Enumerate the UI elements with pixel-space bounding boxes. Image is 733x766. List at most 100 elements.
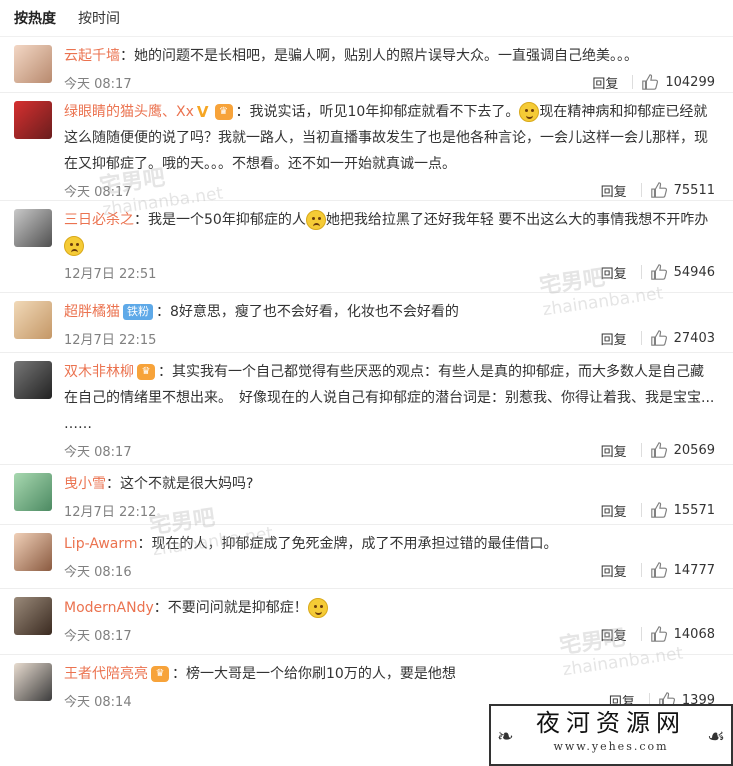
like-count: 20569	[673, 442, 715, 458]
like-count: 27403	[673, 330, 715, 346]
comment-item: ModernANdy：不要问问就是抑郁症！ 今天 08:17 回复 14068	[0, 589, 733, 655]
avatar[interactable]	[14, 361, 52, 399]
divider	[632, 75, 634, 89]
comment-text: ModernANdy：不要问问就是抑郁症！	[64, 595, 715, 621]
comment-item: 绿眼睛的猫头鹰、Xx V ♛ ：我说实话，听见10年抑郁症就看不下去了。 现在精神病和抑…	[0, 93, 733, 201]
comment-text: 三日必杀之：我是一个50年抑郁症的人 她把我给拉黑了还好我年轻 要不出这么大的事情…	[64, 207, 715, 259]
comment-meta: 今天 08:16 回复 14777	[64, 557, 715, 583]
like-button[interactable]: 14068	[650, 625, 715, 643]
sort-tabs: 按热度 按时间	[0, 0, 733, 37]
fan-badge[interactable]: 铁粉	[123, 304, 153, 320]
avatar[interactable]	[14, 473, 52, 511]
divider	[640, 331, 642, 345]
comment-meta: 今天 08:17 回复 75511	[64, 177, 715, 203]
timestamp: 今天 08:16	[64, 564, 132, 580]
timestamp: 今天 08:17	[64, 76, 132, 92]
thumbs-up-icon	[650, 626, 667, 642]
avatar[interactable]	[14, 209, 52, 247]
username-link[interactable]: ModernANdy	[64, 600, 154, 616]
reply-button[interactable]: 回复	[591, 501, 637, 520]
thumbs-up-icon	[650, 330, 667, 346]
timestamp: 今天 08:17	[64, 628, 132, 644]
avatar[interactable]	[14, 533, 52, 571]
smile-emoji-icon	[307, 598, 328, 618]
comment-text: 绿眼睛的猫头鹰、Xx V ♛ ：我说实话，听见10年抑郁症就看不下去了。 现在精神病和抑…	[64, 99, 715, 177]
comment-item: 云起千墙：她的问题不是长相吧，是骗人啊，贴别人的照片误导大众。一直强调自己绝美。…	[0, 37, 733, 93]
thumbs-up-icon	[650, 264, 667, 280]
sad-emoji-icon	[64, 236, 84, 256]
comment-list: 云起千墙：她的问题不是长相吧，是骗人啊，贴别人的照片误导大众。一直强调自己绝美。…	[0, 37, 733, 725]
smile-emoji-icon	[519, 102, 540, 122]
timestamp: 今天 08:17	[64, 184, 132, 200]
timestamp: 12月7日 22:12	[64, 504, 157, 520]
comment-text: Lip-Awarm：现在的人，抑郁症成了免死金牌，成了不用承担过错的最佳借口。	[64, 531, 715, 557]
comment-text: 曳小雪：这个不就是很大妈吗?	[64, 471, 715, 497]
avatar[interactable]	[14, 663, 52, 701]
like-button[interactable]: 75511	[650, 181, 715, 199]
tab-by-hot[interactable]: 按热度	[14, 8, 56, 28]
avatar[interactable]	[14, 597, 52, 635]
thumbs-up-icon	[642, 74, 659, 90]
username-link[interactable]: 王者代陪亮亮	[64, 666, 148, 682]
like-button[interactable]: 27403	[650, 329, 715, 347]
like-count: 104299	[665, 74, 715, 90]
comment-item: Lip-Awarm：现在的人，抑郁症成了免死金牌，成了不用承担过错的最佳借口。 …	[0, 525, 733, 589]
crown-badge-icon[interactable]: ♛	[137, 364, 155, 380]
thumbs-up-icon	[650, 502, 667, 518]
like-count: 14068	[673, 626, 715, 642]
like-button[interactable]: 14777	[650, 561, 715, 579]
username-link[interactable]: 云起千墙	[64, 48, 120, 64]
username-link[interactable]: Lip-Awarm	[64, 536, 138, 552]
reply-button[interactable]: 回复	[591, 263, 637, 282]
timestamp: 今天 08:17	[64, 444, 132, 460]
comment-text: 王者代陪亮亮 ♛ ：榜一大哥是一个给你刷10万的人，要是他想	[64, 661, 715, 687]
username-link[interactable]: 双木非林柳	[64, 364, 134, 380]
comment-text: 超胖橘猫 铁粉 ：8好意思，瘦了也不会好看，化妆也不会好看的	[64, 299, 715, 325]
divider	[640, 443, 642, 457]
username-link[interactable]: 三日必杀之	[64, 212, 134, 228]
comment-meta: 今天 08:17 回复 14068	[64, 621, 715, 647]
username-link[interactable]: 超胖橘猫	[64, 304, 120, 320]
like-button[interactable]: 20569	[650, 441, 715, 459]
crown-badge-icon[interactable]: ♛	[151, 666, 169, 682]
sad-emoji-icon	[305, 210, 326, 230]
reply-button[interactable]: 回复	[591, 625, 637, 644]
reply-button[interactable]: 回复	[591, 561, 637, 580]
like-button[interactable]: 104299	[641, 73, 715, 91]
comment-content: ：她的问题不是长相吧，是骗人啊，贴别人的照片误导大众。一直强调自己绝美。。。	[120, 48, 638, 64]
reply-button[interactable]: 回复	[591, 441, 637, 460]
comment-content: ：榜一大哥是一个给你刷10万的人，要是他想	[172, 666, 456, 682]
thumbs-up-icon	[650, 562, 667, 578]
like-count: 75511	[673, 182, 715, 198]
comment-content: 她把我给拉黑了还好我年轻 要不出这么大的事情我想不开咋办	[325, 212, 709, 228]
site-logo-url: www.yehes.com	[553, 740, 669, 753]
like-button[interactable]: 54946	[650, 263, 715, 281]
comment-content: ：这个不就是很大妈吗?	[106, 476, 254, 492]
username-link[interactable]: 曳小雪	[64, 476, 106, 492]
thumbs-up-icon	[650, 182, 667, 198]
tab-by-time[interactable]: 按时间	[78, 8, 120, 28]
avatar[interactable]	[14, 45, 52, 83]
crown-badge-icon[interactable]: ♛	[214, 104, 233, 120]
comment-item: 三日必杀之：我是一个50年抑郁症的人 她把我给拉黑了还好我年轻 要不出这么大的事情…	[0, 201, 733, 293]
divider	[640, 183, 642, 197]
comment-content: ：现在的人，抑郁症成了免死金牌，成了不用承担过错的最佳借口。	[137, 536, 558, 552]
reply-button[interactable]: 回复	[591, 329, 637, 348]
username-link[interactable]: 绿眼睛的猫头鹰、Xx	[64, 104, 194, 120]
comment-item: 双木非林柳 ♛ ：其实我有一个自己都觉得有些厌恶的观点：有些人是真的抑郁症，而大多数…	[0, 353, 733, 465]
comment-content: ：我是一个50年抑郁症的人	[134, 212, 306, 228]
comment-meta: 12月7日 22:15 回复 27403	[64, 325, 715, 351]
timestamp: 12月7日 22:51	[64, 266, 157, 282]
reply-button[interactable]: 回复	[582, 73, 628, 92]
like-button[interactable]: 15571	[650, 501, 715, 519]
like-count: 54946	[673, 264, 715, 280]
comment-meta: 12月7日 22:51 回复 54946	[64, 259, 715, 285]
avatar[interactable]	[14, 101, 52, 139]
comment-content: ：其实我有一个自己都觉得有些厌恶的观点：有些人是真的抑郁症，而大多数人是自己藏在…	[64, 364, 715, 432]
vip-v-icon[interactable]: V	[197, 99, 209, 125]
reply-button[interactable]: 回复	[591, 181, 637, 200]
like-count: 14777	[673, 562, 715, 578]
ornament-icon: ☙	[707, 724, 725, 748]
avatar[interactable]	[14, 301, 52, 339]
like-count: 15571	[673, 502, 715, 518]
